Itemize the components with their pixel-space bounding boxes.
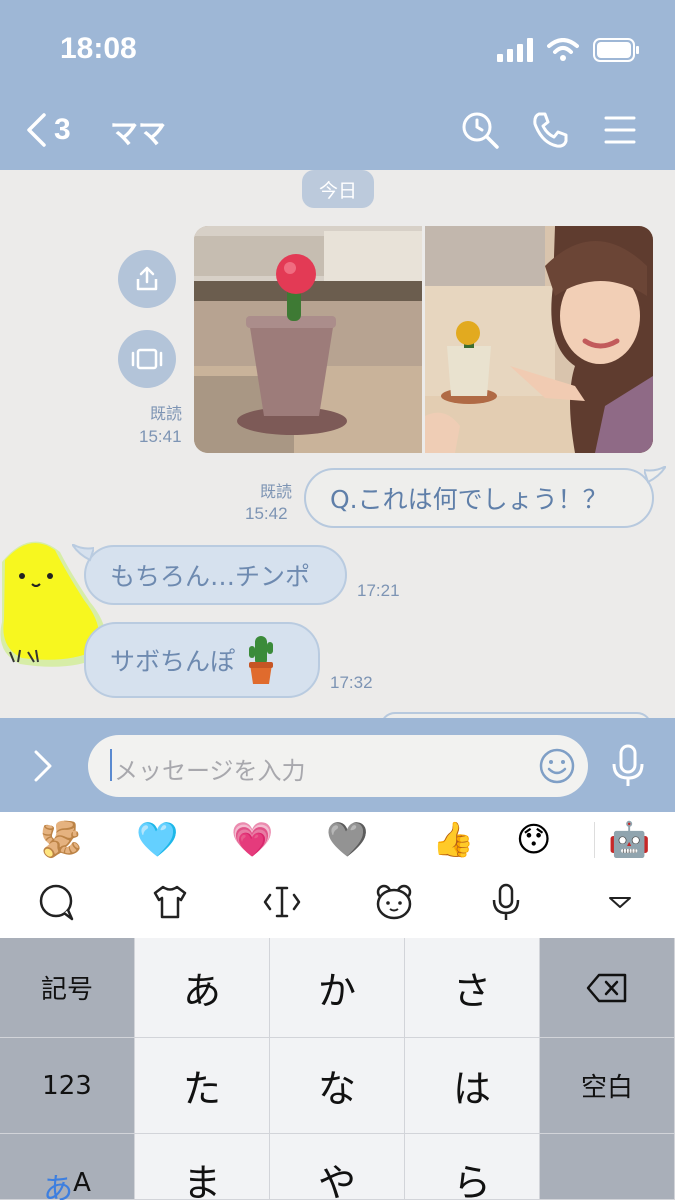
dismiss-keyboard-icon[interactable] [600,882,640,922]
album-button[interactable] [118,330,176,388]
key-mode-switch[interactable]: あ A [0,1134,135,1200]
key-ha[interactable]: は [405,1038,540,1134]
photo-cactus[interactable] [194,226,422,453]
key-enter[interactable] [540,1134,675,1200]
signal-icon [497,38,533,62]
selfie-photo-image [425,226,653,453]
share-button[interactable] [118,250,176,308]
status-time: 18:08 [60,32,137,65]
phone-icon[interactable] [530,110,570,150]
bubble-tail-in [72,544,94,562]
menu-icon[interactable] [600,110,640,150]
mode-kana-label: あ [43,1172,74,1200]
key-ya[interactable]: や [270,1134,405,1200]
chat-title: ママ [110,117,167,150]
cursor-icon[interactable] [262,882,302,922]
status-icons [497,38,641,62]
key-ra[interactable]: ら [405,1134,540,1200]
album-icon [131,348,163,370]
emoji-suggestion-bar: 🫚 🩵 💗 🩶 👍 😯 🤖 [0,812,675,868]
key-space[interactable]: 空白 [540,1038,675,1134]
incoming-time: 17:32 [330,673,373,692]
date-separator: 今日 [302,170,374,208]
emoji-suggestion[interactable]: 👍 [432,820,474,860]
emoji-suggestion[interactable]: 🤖 [608,820,650,860]
chat-bubble-icon[interactable] [36,882,76,922]
emoji-divider [594,822,595,858]
key-sa[interactable]: さ [405,938,540,1038]
nav-row: 3 ママ [0,104,675,156]
message-placeholder: メッセージを入力 [114,757,306,785]
key-ta[interactable]: た [135,1038,270,1134]
incoming-message[interactable]: サボちんぽ [84,622,320,698]
cactus-emoji-icon [249,636,274,684]
emoji-suggestion[interactable]: 🩶 [326,820,368,860]
keyboard-toolbar [0,868,675,938]
bear-sticker-icon[interactable] [374,882,414,922]
dictation-mic-icon[interactable] [486,882,526,922]
photo-read-label: 既読 [150,406,183,423]
microphone-icon[interactable] [610,744,646,788]
emoji-suggestion[interactable]: 🩵 [136,820,178,860]
key-na[interactable]: な [270,1038,405,1134]
mode-alpha-label: A [73,1168,91,1198]
emoji-suggestion[interactable]: 😯 [516,820,551,860]
backspace-icon [586,973,627,1002]
outgoing-time: 15:42 [245,504,288,523]
search-icon[interactable] [460,110,500,150]
key-numbers[interactable]: 123 [0,1038,135,1134]
expand-icon[interactable] [30,748,56,784]
keyboard: 記号 あ か さ 123 た な は 空白 あ A ま や ら [0,938,675,1200]
incoming-message[interactable]: もちろん…チンポ [84,545,347,605]
bubble-tail-out [644,466,666,484]
shirt-icon[interactable] [150,882,190,922]
share-icon [136,266,158,291]
text-caret [110,749,112,781]
incoming-message-text: サボちんぽ [110,647,236,676]
incoming-time: 17:21 [357,581,400,600]
emoji-suggestion[interactable]: 🫚 [40,820,82,860]
photo-selfie[interactable] [425,226,653,453]
chevron-left-icon [27,113,46,147]
unread-count: 3 [54,113,71,146]
key-symbols[interactable]: 記号 [0,938,135,1038]
key-a[interactable]: あ [135,938,270,1038]
battery-icon [593,38,639,62]
key-ka[interactable]: か [270,938,405,1038]
key-ma[interactable]: ま [135,1134,270,1200]
chat-header: 18:08 3 ママ [0,0,675,170]
outgoing-read-label: 既読 [260,484,293,501]
cactus-photo-image [194,226,422,453]
message-input[interactable]: メッセージを入力 [88,735,588,797]
emoji-suggestion[interactable]: 💗 [231,820,273,860]
photo-time: 15:41 [139,427,182,446]
wifi-icon [547,38,579,61]
outgoing-message[interactable]: Q.これは何でしょう！？ [304,468,654,528]
emoji-icon[interactable] [538,747,576,785]
back-button[interactable]: 3 [24,112,71,148]
input-bar: メッセージを入力 [0,718,675,813]
key-backspace[interactable] [540,938,675,1038]
